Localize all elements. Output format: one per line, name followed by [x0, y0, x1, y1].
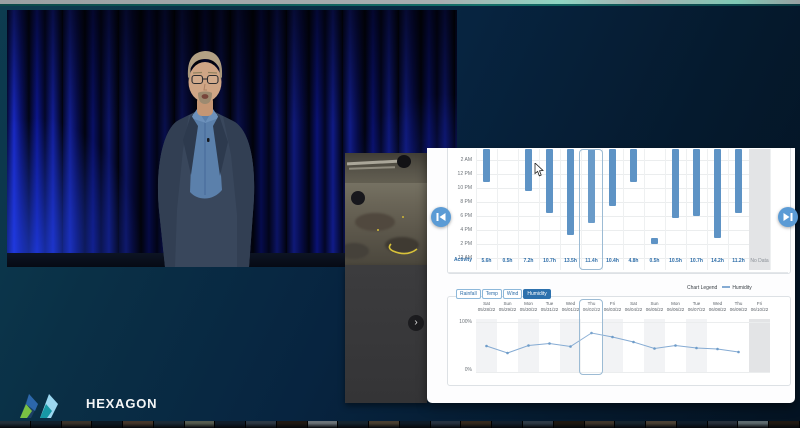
filmstrip-thumbnail[interactable]	[185, 421, 215, 428]
tab-humidity[interactable]: Humidity	[523, 289, 550, 299]
activity-day-column[interactable]	[686, 149, 707, 270]
activity-day-column[interactable]	[560, 149, 581, 270]
filmstrip-thumbnail[interactable]	[0, 421, 30, 428]
y-axis-tick: 10 PM	[448, 185, 472, 191]
filmstrip-thumbnail[interactable]	[246, 421, 276, 428]
activity-day-column[interactable]	[623, 149, 644, 270]
filmstrip-thumbnail[interactable]	[338, 421, 368, 428]
filmstrip-thumbnail[interactable]	[585, 421, 615, 428]
skip-next-icon	[782, 211, 794, 223]
y-axis-tick: 8 PM	[448, 199, 472, 205]
chevron-right-icon: ›	[414, 317, 417, 328]
filmstrip-thumbnail[interactable]	[708, 421, 738, 428]
filmstrip-thumbnail[interactable]	[215, 421, 245, 428]
legend-series-label: Humidity	[732, 285, 751, 291]
y-axis-tick: 6 PM	[448, 213, 472, 219]
filmstrip-thumbnail[interactable]	[308, 421, 338, 428]
skip-previous-button[interactable]	[431, 207, 451, 227]
filmstrip-thumbnail[interactable]	[615, 421, 645, 428]
activity-day-column[interactable]	[665, 149, 686, 270]
activity-day-column[interactable]	[707, 149, 728, 270]
top-accent-line	[0, 4, 800, 6]
activity-day-column[interactable]	[644, 149, 665, 270]
filmstrip-thumbnail[interactable]	[461, 421, 491, 428]
activity-day-column[interactable]	[749, 149, 770, 270]
activity-day-column[interactable]	[728, 149, 749, 270]
y-axis-tick: 4 PM	[448, 227, 472, 233]
y-axis-tick: 2 PM	[448, 241, 472, 247]
site-camera-thumbnail[interactable]	[345, 153, 427, 265]
y-axis-0: 0%	[452, 367, 472, 373]
filmstrip-thumbnail[interactable]	[369, 421, 399, 428]
paint-markings	[345, 153, 427, 265]
activity-day-column[interactable]	[476, 149, 497, 270]
filmstrip-thumbnail[interactable]	[400, 421, 430, 428]
activity-day-column[interactable]	[602, 149, 623, 270]
y-axis-tick: 12 PM	[448, 171, 472, 177]
humidity-line-series	[476, 318, 770, 376]
filmstrip-thumbnail[interactable]	[123, 421, 153, 428]
stream-stage: › 2 AM12 PM10 PM8 PM6 PM4 PM2 PM12 AM5.6…	[0, 0, 800, 428]
filmstrip-thumbnail[interactable]	[31, 421, 61, 428]
timeline-filmstrip[interactable]	[0, 421, 800, 428]
y-axis-100: 100%	[452, 319, 472, 325]
weather-tabs: RainfallTempWindHumidity	[456, 282, 552, 300]
y-axis-tick: 2 AM	[448, 157, 472, 163]
filmstrip-thumbnail[interactable]	[492, 421, 522, 428]
filmstrip-thumbnail[interactable]	[646, 421, 676, 428]
column-separator	[770, 149, 771, 270]
collapsed-side-panel	[345, 265, 427, 403]
filmstrip-thumbnail[interactable]	[277, 421, 307, 428]
filmstrip-thumbnail[interactable]	[62, 421, 92, 428]
filmstrip-thumbnail[interactable]	[554, 421, 584, 428]
tab-temp[interactable]: Temp	[482, 289, 502, 299]
hexagon-logo: HEXAGON	[16, 392, 216, 420]
mouse-cursor	[534, 163, 544, 177]
tab-rainfall[interactable]: Rainfall	[456, 289, 481, 299]
weather-activity-dashboard: 2 AM12 PM10 PM8 PM6 PM4 PM2 PM12 AM5.6h0…	[427, 148, 795, 403]
filmstrip-thumbnail[interactable]	[738, 421, 768, 428]
filmstrip-thumbnail[interactable]	[677, 421, 707, 428]
filmstrip-thumbnail[interactable]	[523, 421, 553, 428]
selected-day-outline	[579, 299, 603, 375]
hexagon-logo-text: HEXAGON	[86, 396, 157, 411]
chart-legend: Chart Legend Humidity	[687, 285, 752, 291]
activity-row-label: Activity	[442, 257, 472, 263]
expand-panel-button[interactable]: ›	[408, 315, 424, 331]
skip-next-button[interactable]	[778, 207, 798, 227]
filmstrip-thumbnail[interactable]	[769, 421, 799, 428]
filmstrip-thumbnail[interactable]	[154, 421, 184, 428]
hexagon-logo-mark	[16, 392, 72, 420]
section-divider	[448, 272, 788, 273]
legend-line-swatch	[722, 286, 730, 288]
selected-day-outline	[579, 149, 603, 270]
filmstrip-thumbnail[interactable]	[431, 421, 461, 428]
activity-day-column[interactable]	[497, 149, 518, 270]
tab-wind[interactable]: Wind	[503, 289, 522, 299]
skip-previous-icon	[435, 211, 447, 223]
chart-legend-title: Chart Legend	[687, 285, 717, 291]
filmstrip-thumbnail[interactable]	[92, 421, 122, 428]
